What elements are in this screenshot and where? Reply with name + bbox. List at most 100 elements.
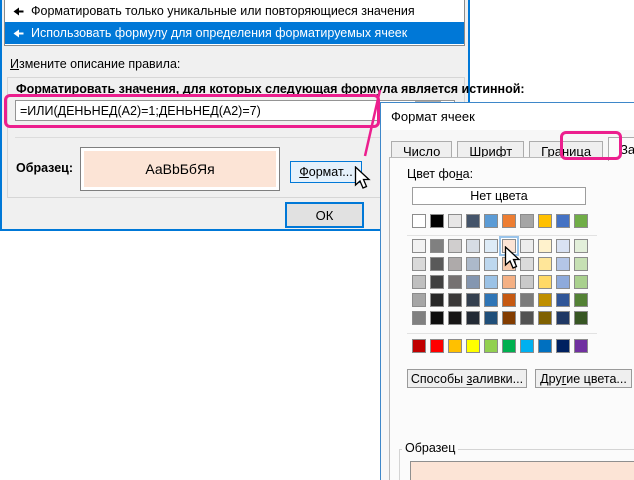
fill-effects-button[interactable]: Способы заливки... [407,369,527,388]
color-swatch[interactable] [412,339,426,353]
color-swatch[interactable] [538,214,552,228]
color-swatch[interactable] [574,239,588,253]
ok-button[interactable]: ОК [285,202,364,228]
color-swatch[interactable] [538,339,552,353]
fill-tab-highlight-annotation [560,131,622,160]
color-swatch[interactable] [502,293,516,307]
color-swatch[interactable] [430,214,444,228]
color-swatch[interactable] [430,311,444,325]
color-swatch[interactable] [412,293,426,307]
color-swatch[interactable] [556,275,570,289]
edit-description-label: Измените описание правила: [10,57,181,71]
color-swatch[interactable] [430,339,444,353]
screenshot-canvas: Форматировать только уникальные или повт… [0,0,634,480]
color-swatch[interactable] [520,257,534,271]
color-swatch[interactable] [538,275,552,289]
format-preview-box: АаВbБбЯя [80,147,280,191]
color-swatch[interactable] [430,239,444,253]
color-swatch[interactable] [448,214,462,228]
color-swatch[interactable] [556,311,570,325]
color-swatch[interactable] [448,339,462,353]
color-swatch[interactable] [412,275,426,289]
color-swatch[interactable] [520,275,534,289]
variant-row [412,311,588,325]
color-swatch[interactable] [556,339,570,353]
background-color-label: Цвет фона: [407,167,474,181]
color-swatch[interactable] [574,214,588,228]
formula-highlight-annotation [4,94,380,128]
color-swatch[interactable] [502,311,516,325]
color-swatch[interactable] [484,214,498,228]
theme-color-row [412,214,588,228]
color-swatch[interactable] [412,214,426,228]
color-swatch[interactable] [466,239,480,253]
palette-separator [407,333,597,334]
color-swatch[interactable] [466,293,480,307]
color-swatch[interactable] [520,339,534,353]
variant-row [412,293,588,307]
left-arrow-icon [13,29,24,38]
color-swatch[interactable] [466,214,480,228]
format-button[interactable]: Формат... [290,161,362,183]
color-swatch[interactable] [502,214,516,228]
color-swatch[interactable] [520,311,534,325]
color-swatch[interactable] [484,257,498,271]
color-swatch[interactable] [556,239,570,253]
fill-tab-panel: Цвет фона: Нет цвета Способы заливки... … [389,157,634,480]
variant-color-grid [412,239,588,325]
color-swatch[interactable] [412,239,426,253]
format-preview-text: АаВbБбЯя [84,151,276,187]
sample-label: Образец: [16,161,74,175]
color-swatch[interactable] [412,257,426,271]
color-swatch[interactable] [484,339,498,353]
rule-type-label: Форматировать только уникальные или повт… [31,4,415,18]
color-swatch[interactable] [556,257,570,271]
rule-type-item-unique[interactable]: Форматировать только уникальные или повт… [5,0,464,22]
color-swatch[interactable] [430,275,444,289]
dialog-titlebar[interactable]: Формат ячеек [381,103,634,130]
mouse-cursor-icon [354,166,371,189]
color-swatch[interactable] [448,257,462,271]
color-swatch[interactable] [520,239,534,253]
color-swatch[interactable] [574,257,588,271]
color-swatch[interactable] [520,293,534,307]
palette-separator [407,235,597,236]
color-swatch[interactable] [484,293,498,307]
color-swatch[interactable] [502,339,516,353]
color-swatch[interactable] [574,275,588,289]
color-swatch[interactable] [466,339,480,353]
variant-row [412,275,588,289]
color-swatch[interactable] [538,311,552,325]
color-swatch[interactable] [574,311,588,325]
more-colors-button[interactable]: Другие цвета... [535,369,632,388]
color-swatch[interactable] [538,293,552,307]
color-swatch[interactable] [448,275,462,289]
color-swatch[interactable] [430,293,444,307]
no-color-button[interactable]: Нет цвета [412,187,586,205]
color-swatch[interactable] [538,239,552,253]
variant-row [412,257,588,271]
color-swatch[interactable] [466,257,480,271]
sample-group-label: Образец [402,441,459,455]
color-swatch[interactable] [448,293,462,307]
color-swatch[interactable] [556,214,570,228]
color-swatch[interactable] [466,275,480,289]
rule-type-item-formula[interactable]: Использовать формулу для определения фор… [5,22,464,44]
color-swatch[interactable] [484,311,498,325]
color-swatch[interactable] [538,257,552,271]
standard-color-row [412,339,588,353]
color-swatch[interactable] [520,214,534,228]
color-swatch[interactable] [556,293,570,307]
color-swatch[interactable] [574,293,588,307]
color-swatch[interactable] [502,275,516,289]
color-swatch[interactable] [448,311,462,325]
color-swatch[interactable] [574,339,588,353]
left-arrow-icon [13,7,24,16]
color-swatch[interactable] [484,275,498,289]
color-swatch[interactable] [430,257,444,271]
color-swatch[interactable] [466,311,480,325]
color-swatch[interactable] [484,239,498,253]
dialog-title: Формат ячеек [391,109,475,124]
color-swatch[interactable] [448,239,462,253]
color-swatch[interactable] [412,311,426,325]
